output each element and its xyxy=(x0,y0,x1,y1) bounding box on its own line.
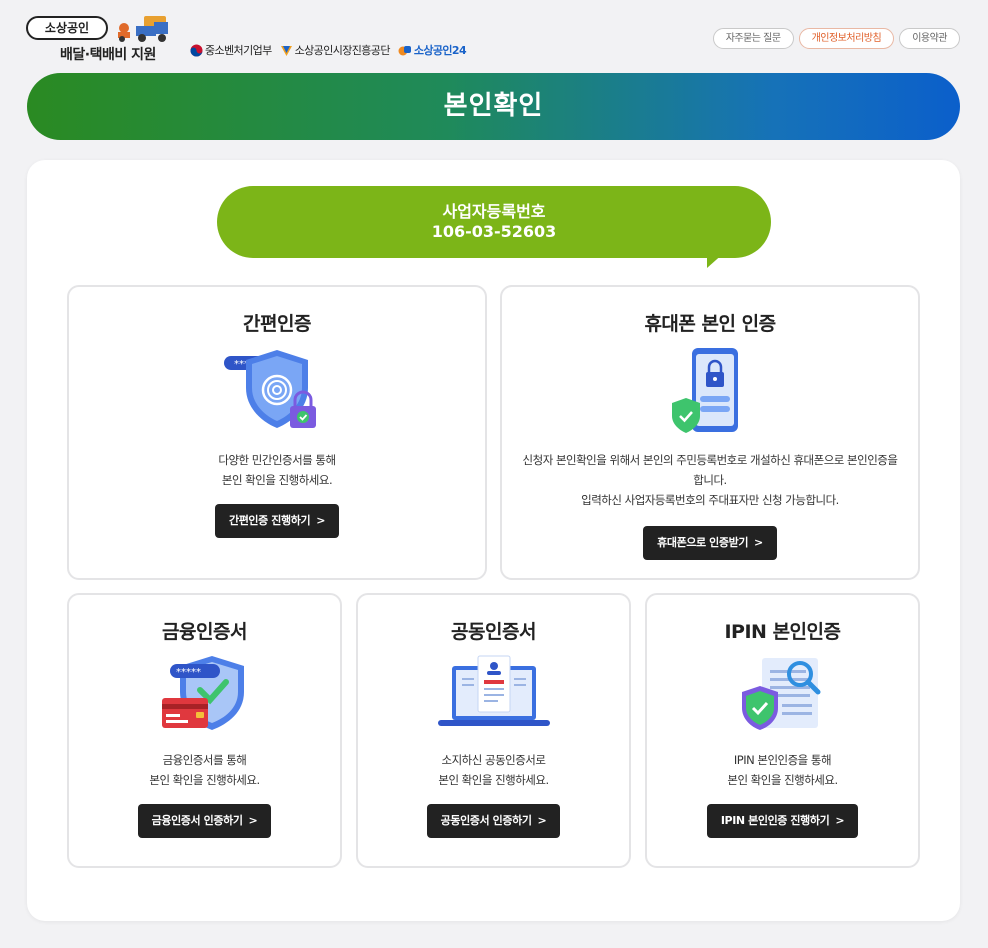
phone-auth-desc-2: 합니다. xyxy=(693,473,727,487)
joint-cert-button[interactable]: 공동인증서 인증하기 > xyxy=(426,804,561,838)
privacy-policy-link[interactable]: 개인정보처리방침 xyxy=(798,28,895,49)
logo-pill: 소상공인 xyxy=(26,16,108,40)
org-mss: 중소벤처기업부 xyxy=(190,42,272,58)
phone-lock-icon xyxy=(672,348,738,433)
simple-auth-button-label: 간편인증 진행하기 xyxy=(228,514,311,527)
joint-cert-desc-1: 소지하신 공동인증서로 xyxy=(441,753,546,767)
simple-auth-card: 간편인증 ****** 다양한 민간인증서를 통해 본인 확인을 진행하세요. … xyxy=(67,285,487,580)
finance-cert-card: 금융인증서 ***** 금융인증서를 통해 본인 확인을 진행하세요. 금융인증… xyxy=(67,593,342,868)
simple-auth-button[interactable]: 간편인증 진행하기 > xyxy=(214,504,340,538)
ipin-auth-button-label: IPIN 본인인증 진행하기 xyxy=(720,814,830,827)
org-mss-label: 중소벤처기업부 xyxy=(205,44,272,57)
finance-cert-button-label: 금융인증서 인증하기 xyxy=(151,814,243,827)
semas-logo-icon xyxy=(280,45,292,56)
business-number-label: 사업자등록번호 xyxy=(442,202,546,221)
ipin-auth-desc-2: 본인 확인을 진행하세요. xyxy=(727,773,838,787)
fingerprint-shield-icon: ****** xyxy=(224,350,316,428)
phone-auth-desc-3: 입력하신 사업자등록번호의 주대표자만 신청 가능합니다. xyxy=(581,493,839,507)
terms-link[interactable]: 이용약관 xyxy=(899,28,960,49)
chevron-right-icon: > xyxy=(537,814,547,827)
org-sbiz24: 소상공인24 xyxy=(398,42,467,58)
finance-cert-button[interactable]: 금융인증서 인증하기 > xyxy=(137,804,272,838)
chevron-right-icon: > xyxy=(316,514,326,527)
joint-cert-desc-2: 본인 확인을 진행하세요. xyxy=(438,773,549,787)
org-list: 중소벤처기업부 소상공인시장진흥공단 소상공인24 xyxy=(190,42,467,58)
top-links: 자주묻는 질문 개인정보처리방침 이용약관 xyxy=(712,28,960,49)
finance-cert-title: 금융인증서 xyxy=(162,621,247,643)
site-logo[interactable]: 소상공인 배달·택배비 지원 xyxy=(26,14,180,63)
bubble-tail xyxy=(707,252,725,268)
business-number-bubble: 사업자등록번호 106-03-52603 xyxy=(217,186,771,258)
simple-auth-desc-2: 본인 확인을 진행하세요. xyxy=(221,473,333,487)
simple-auth-desc-1: 다양한 민간인증서를 통해 xyxy=(218,453,336,467)
phone-auth-button[interactable]: 휴대폰으로 인증받기 > xyxy=(643,526,777,560)
page-title-banner: 본인확인 xyxy=(27,73,960,140)
finance-cert-desc-2: 본인 확인을 진행하세요. xyxy=(149,773,260,787)
chevron-right-icon: > xyxy=(835,814,845,827)
finance-cert-desc-1: 금융인증서를 통해 xyxy=(162,753,247,767)
sbiz24-logo-icon xyxy=(398,45,411,55)
main-panel: 사업자등록번호 106-03-52603 간편인증 ****** 다양한 민간인… xyxy=(27,160,960,921)
phone-auth-desc-1: 신청자 본인확인을 위해서 본인의 주민등록번호로 개설하신 휴대폰으로 본인인… xyxy=(522,453,898,467)
business-number-value: 106-03-52603 xyxy=(431,222,557,241)
joint-cert-button-label: 공동인증서 인증하기 xyxy=(440,814,532,827)
card-shield-icon: ***** xyxy=(161,656,244,730)
ipin-auth-card: IPIN 본인인증 IPIN 본인인증을 통해 본인 확인을 진행하세요. IP… xyxy=(645,593,920,868)
laptop-certificate-icon xyxy=(437,655,550,726)
org-semas-label: 소상공인시장진흥공단 xyxy=(294,44,391,57)
phone-auth-button-label: 휴대폰으로 인증받기 xyxy=(657,536,749,549)
ipin-auth-button[interactable]: IPIN 본인인증 진행하기 > xyxy=(706,804,859,838)
svg-text:*****: ***** xyxy=(176,667,201,678)
joint-cert-card: 공동인증서 소지하신 공동인증서로 본인 확인을 진행하세요. 공동인증서 인증… xyxy=(356,593,631,868)
delivery-truck-icon xyxy=(118,16,168,42)
org-semas: 소상공인시장진흥공단 xyxy=(280,42,390,58)
ipin-auth-desc-1: IPIN 본인인증을 통해 xyxy=(733,753,832,767)
chevron-right-icon: > xyxy=(754,536,763,549)
phone-auth-title: 휴대폰 본인 인증 xyxy=(644,313,776,335)
simple-auth-title: 간편인증 xyxy=(243,313,311,335)
document-search-shield-icon xyxy=(741,658,820,730)
org-sbiz24-label: 소상공인24 xyxy=(413,44,467,57)
taegeuk-icon xyxy=(190,44,203,56)
faq-link[interactable]: 자주묻는 질문 xyxy=(712,28,794,49)
logo-subtitle: 배달·택배비 지원 xyxy=(60,47,156,63)
joint-cert-title: 공동인증서 xyxy=(451,621,536,643)
phone-auth-card: 휴대폰 본인 인증 신청자 본인확인을 위해서 본인의 주민등록번호로 개설하신… xyxy=(500,285,920,580)
chevron-right-icon: > xyxy=(248,814,258,827)
ipin-auth-title: IPIN 본인인증 xyxy=(724,621,841,643)
